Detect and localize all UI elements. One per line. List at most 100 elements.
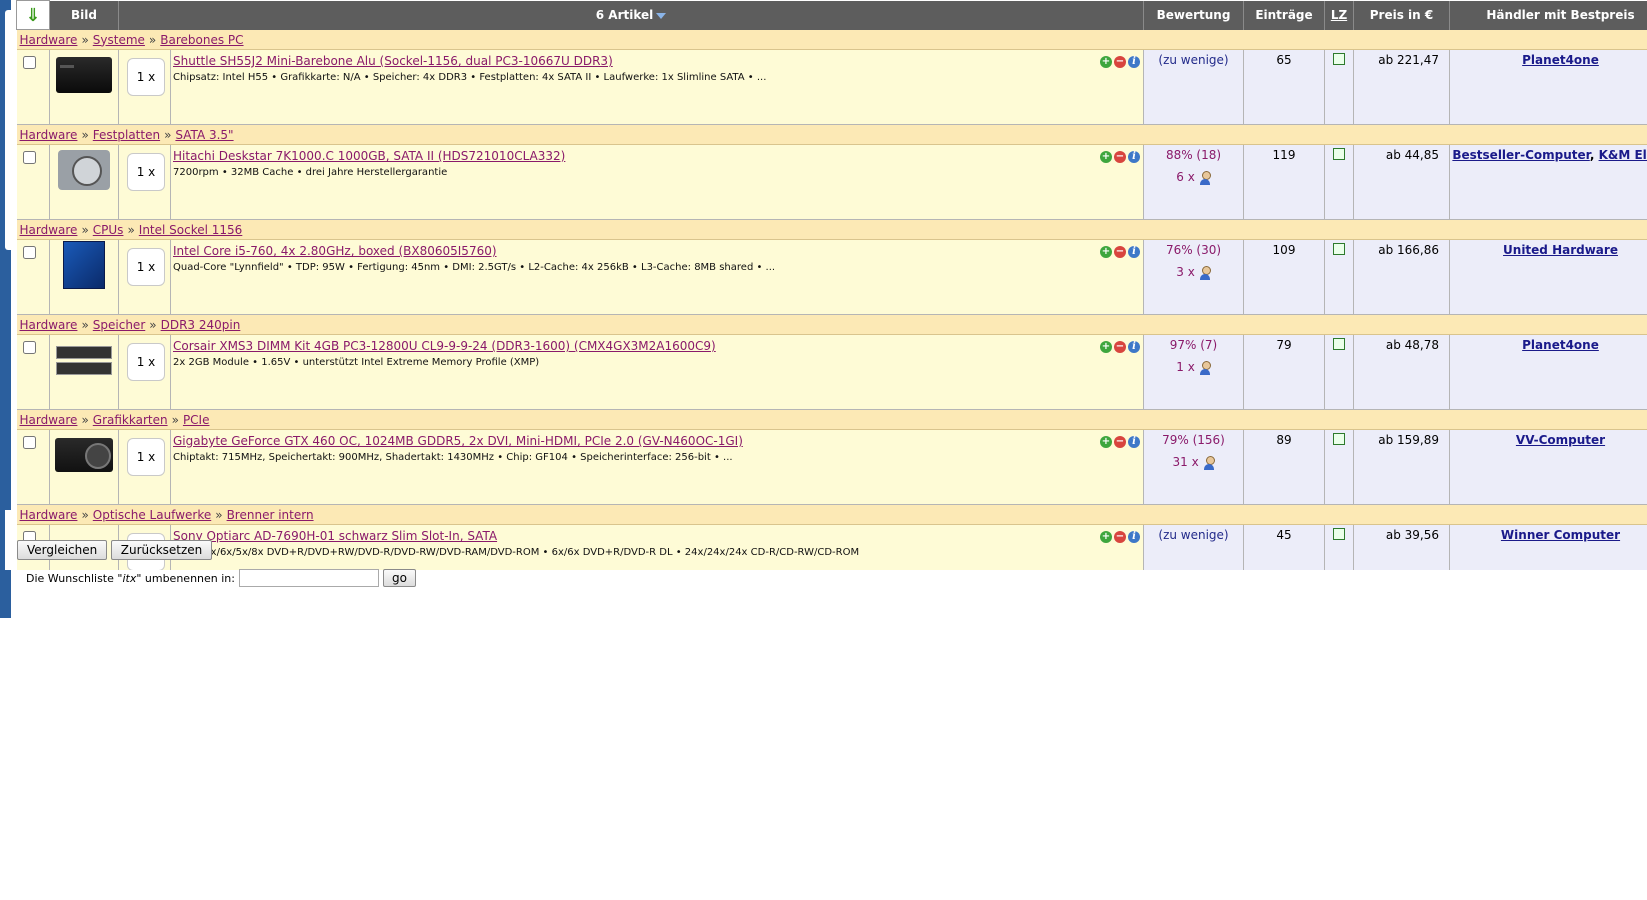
breadcrumb-link[interactable]: DDR3 240pin (161, 318, 241, 332)
col-bewertung[interactable]: Bewertung (1143, 0, 1244, 30)
rename-wishlist-form: Die Wunschliste "itx" umbenennen in: go (26, 569, 416, 587)
col-preis[interactable]: Preis in € (1353, 0, 1450, 30)
info-icon[interactable]: i (1128, 531, 1140, 543)
col-articles[interactable]: 6 Artikel (118, 0, 1144, 30)
quantity-field[interactable]: 1 x (127, 58, 165, 96)
product-link[interactable]: Intel Core i5-760, 4x 2.80GHz, boxed (BX… (173, 244, 1143, 258)
breadcrumb-link[interactable]: Intel Sockel 1156 (139, 223, 243, 237)
plus-icon[interactable]: + (1100, 246, 1112, 258)
col-eintraege[interactable]: Einträge (1243, 0, 1325, 30)
dealer-link-2[interactable]: K&M Elekt (1599, 148, 1647, 162)
entries-count: 79 (1276, 338, 1292, 352)
rating-value[interactable]: 76% (30) (1144, 243, 1243, 257)
user-count[interactable]: 1 x (1144, 360, 1243, 375)
rating-value[interactable]: 88% (18) (1144, 148, 1243, 162)
info-icon[interactable]: i (1128, 436, 1140, 448)
harddisk-image[interactable] (58, 150, 110, 190)
articles-count[interactable]: 6 Artikel (596, 8, 654, 22)
row-checkbox[interactable] (22, 151, 36, 164)
quantity-field[interactable]: 1 x (127, 343, 165, 381)
info-icon[interactable]: i (1128, 151, 1140, 163)
rename-input[interactable] (238, 569, 379, 587)
minus-icon[interactable]: − (1114, 531, 1126, 543)
breadcrumb-link[interactable]: Hardware (20, 128, 78, 142)
col-lz[interactable]: LZ (1324, 0, 1354, 30)
best-price: ab 221,47 (1378, 53, 1439, 67)
product-link[interactable]: Gigabyte GeForce GTX 460 OC, 1024MB GDDR… (173, 434, 1143, 448)
go-button[interactable]: go (382, 569, 416, 587)
lz-label[interactable]: LZ (1331, 8, 1347, 22)
plus-icon[interactable]: + (1100, 151, 1112, 163)
user-count[interactable]: 31 x (1144, 455, 1243, 470)
rating-value[interactable]: (zu wenige) (1144, 528, 1243, 542)
plus-icon[interactable]: + (1100, 56, 1112, 68)
breadcrumb-link[interactable]: Barebones PC (160, 33, 243, 47)
product-link[interactable]: Shuttle SH55J2 Mini-Barebone Alu (Sockel… (173, 54, 1143, 68)
plus-icon[interactable]: + (1100, 341, 1112, 353)
product-row: 1 x Intel Core i5-760, 4x 2.80GHz, boxed … (16, 239, 1647, 315)
row-checkbox[interactable] (22, 436, 36, 449)
quantity-field[interactable]: 1 x (127, 153, 165, 191)
info-icon[interactable]: i (1128, 56, 1140, 68)
user-count[interactable]: 6 x (1144, 170, 1243, 185)
dealer-link[interactable]: Winner Computer (1501, 528, 1620, 542)
plus-icon[interactable]: + (1100, 531, 1112, 543)
breadcrumb-link[interactable]: Grafikkarten (93, 413, 168, 427)
quantity-field[interactable]: 1 x (127, 248, 165, 286)
breadcrumb-link[interactable]: Optische Laufwerke (93, 508, 211, 522)
category-row: Hardware» Speicher» DDR3 240pin (16, 314, 1647, 335)
product-description: Chipsatz: Intel H55 • Grafikkarte: N/A •… (173, 72, 767, 83)
minus-icon[interactable]: − (1114, 436, 1126, 448)
cpu-box-image[interactable] (63, 241, 105, 289)
breadcrumb-link[interactable]: Brenner intern (227, 508, 314, 522)
info-icon[interactable]: i (1128, 341, 1140, 353)
breadcrumb-link[interactable]: Hardware (20, 413, 78, 427)
user-icon (1199, 170, 1211, 185)
sort-down-icon[interactable] (656, 12, 667, 19)
info-icon[interactable]: i (1128, 246, 1140, 258)
row-checkbox[interactable] (22, 246, 36, 259)
rating-value[interactable]: 97% (7) (1144, 338, 1243, 352)
graphics-card-image[interactable] (55, 438, 113, 472)
plus-icon[interactable]: + (1100, 436, 1112, 448)
col-bild: Bild (49, 0, 119, 30)
compare-button[interactable]: Vergleichen (17, 540, 108, 560)
product-row: 1 x Shuttle SH55J2 Mini-Barebone Alu (Soc… (16, 49, 1647, 125)
breadcrumb-link[interactable]: Speicher (93, 318, 145, 332)
ram-image[interactable] (56, 344, 112, 376)
breadcrumb-link[interactable]: Hardware (20, 33, 78, 47)
breadcrumb-link[interactable]: PCIe (183, 413, 210, 427)
dealer-link[interactable]: Planet4one (1522, 338, 1599, 352)
dealer-link[interactable]: VV-Computer (1516, 433, 1605, 447)
breadcrumb-link[interactable]: Systeme (93, 33, 145, 47)
rating-value[interactable]: (zu wenige) (1144, 53, 1243, 67)
select-all-header[interactable]: ⇓ (16, 0, 50, 30)
breadcrumb-link[interactable]: Hardware (20, 223, 78, 237)
best-price: ab 166,86 (1378, 243, 1439, 257)
wishlist-panel: ⇓ Bild 6 Artikel Bewertung Einträge LZ P… (16, 0, 1647, 570)
breadcrumb-link[interactable]: Hardware (20, 508, 78, 522)
breadcrumb-link[interactable]: Hardware (20, 318, 78, 332)
user-count[interactable]: 3 x (1144, 265, 1243, 280)
product-link[interactable]: Hitachi Deskstar 7K1000.C 1000GB, SATA I… (173, 149, 1143, 163)
product-link[interactable]: Corsair XMS3 DIMM Kit 4GB PC3-12800U CL9… (173, 339, 1143, 353)
row-checkbox[interactable] (22, 341, 36, 354)
dealer-link[interactable]: Planet4one (1522, 53, 1599, 67)
minus-icon[interactable]: − (1114, 246, 1126, 258)
quantity-field[interactable]: 1 x (127, 438, 165, 476)
product-link[interactable]: Sony Optiarc AD-7690H-01 schwarz Slim Sl… (173, 529, 1143, 543)
breadcrumb-link[interactable]: Festplatten (93, 128, 160, 142)
availability-box (1333, 433, 1345, 445)
dealer-link[interactable]: United Hardware (1503, 243, 1618, 257)
entries-count: 119 (1272, 148, 1296, 162)
minus-icon[interactable]: − (1114, 151, 1126, 163)
breadcrumb-link[interactable]: CPUs (93, 223, 124, 237)
rating-value[interactable]: 79% (156) (1144, 433, 1243, 447)
minus-icon[interactable]: − (1114, 56, 1126, 68)
barebone-image[interactable] (56, 57, 112, 93)
breadcrumb-link[interactable]: SATA 3.5" (175, 128, 233, 142)
dealer-link[interactable]: Bestseller-Computer (1452, 148, 1589, 162)
row-checkbox[interactable] (22, 56, 36, 69)
reset-button[interactable]: Zurücksetzen (110, 540, 213, 560)
minus-icon[interactable]: − (1114, 341, 1126, 353)
